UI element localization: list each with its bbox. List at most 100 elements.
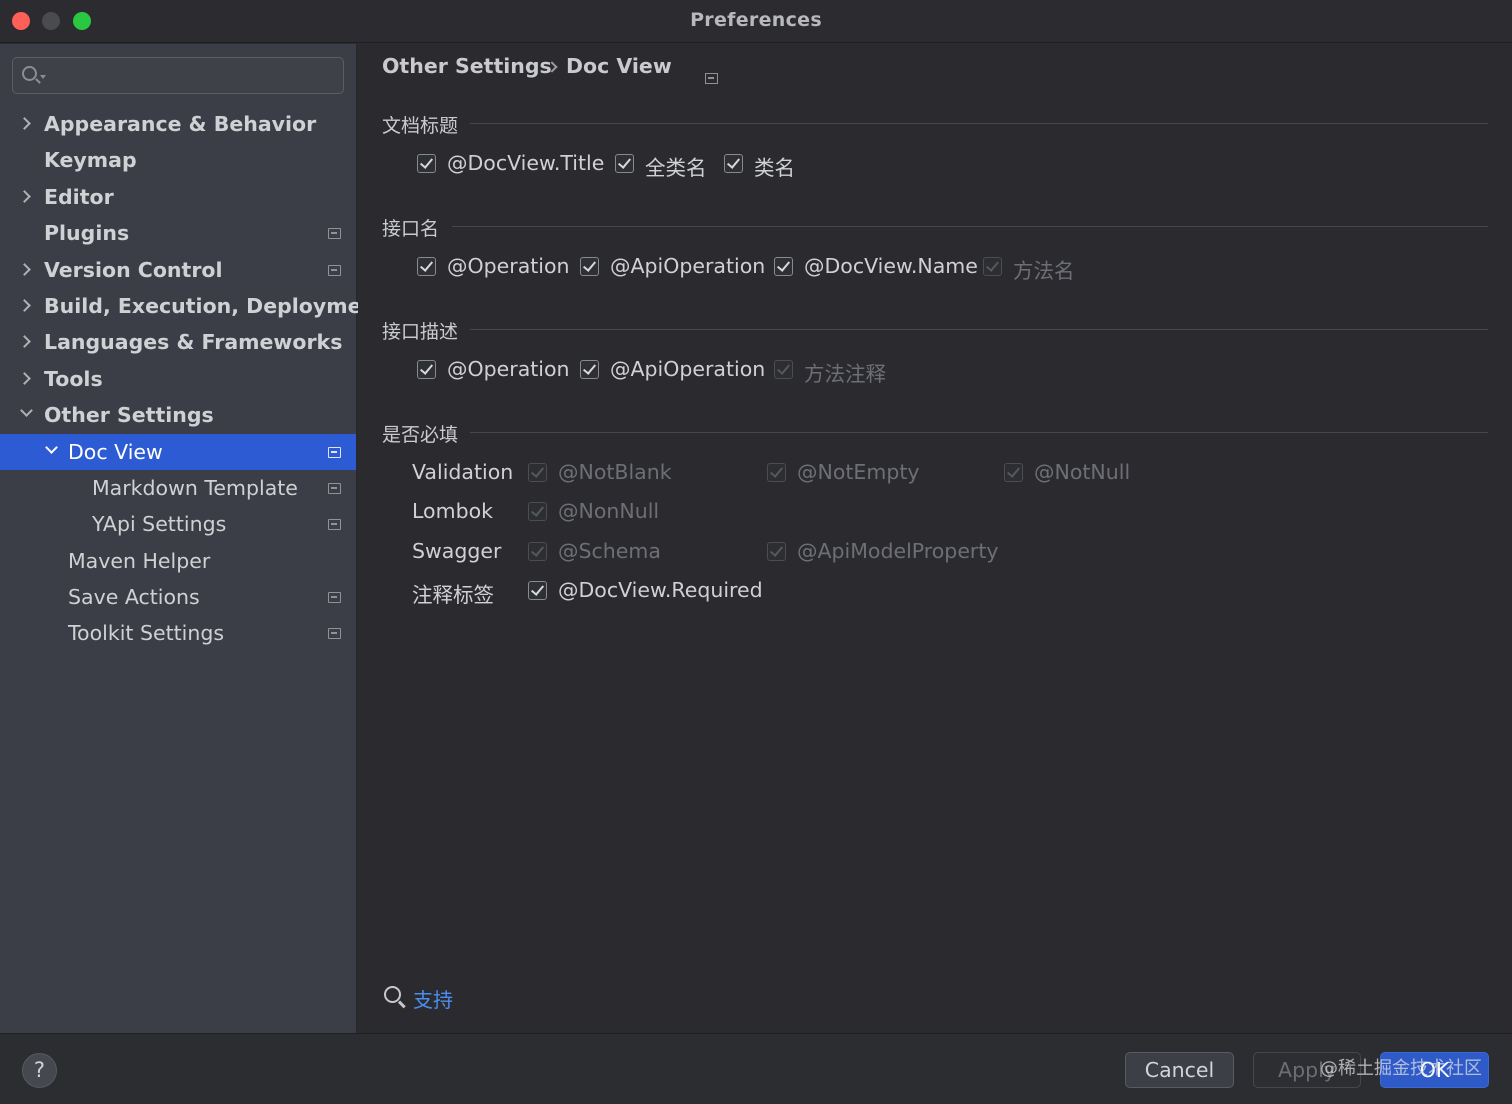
- tree-item-label: Plugins: [44, 221, 130, 246]
- checkbox-label: @DocView.Required: [558, 578, 763, 602]
- chevron-right-icon[interactable]: [18, 299, 31, 312]
- tree-item-label: Editor: [44, 184, 114, 209]
- tree-item-languages-frameworks[interactable]: Languages & Frameworks: [0, 324, 356, 360]
- row-label-validation: Validation: [412, 460, 514, 484]
- checkbox-label: @NotEmpty: [797, 460, 920, 484]
- tree-item-label: Version Control: [44, 257, 223, 282]
- checkbox-label: @ApiOperation: [610, 254, 766, 278]
- chevron-down-icon[interactable]: [20, 404, 33, 417]
- tree-item-tools[interactable]: Tools: [0, 361, 356, 397]
- tree-item-label: Doc View: [68, 439, 163, 464]
- tree-item-label: Save Actions: [68, 585, 200, 610]
- tree-item-markdown-template[interactable]: Markdown Template: [0, 470, 356, 506]
- checkbox-api-desc-method-comment: [774, 360, 793, 379]
- search-icon: [384, 986, 401, 1003]
- checkbox-label: @ApiModelProperty: [797, 539, 999, 563]
- tree-item-plugins[interactable]: Plugins: [0, 215, 356, 251]
- tree-item-label: Markdown Template: [92, 475, 298, 500]
- checkbox-label: @NotBlank: [558, 460, 672, 484]
- tree-item-other-settings[interactable]: Other Settings: [0, 397, 356, 433]
- chevron-down-icon[interactable]: [45, 440, 58, 454]
- project-level-icon: [328, 228, 341, 240]
- settings-tree: Appearance & Behavior Keymap Editor Plug…: [0, 106, 386, 652]
- project-level-icon: [328, 482, 341, 494]
- checkbox-label: 全类名: [645, 156, 707, 180]
- settings-search-input[interactable]: [12, 57, 344, 94]
- project-level-icon: [328, 446, 341, 458]
- checkbox-label: @NotNull: [1034, 460, 1131, 484]
- tree-item-version-control[interactable]: Version Control: [0, 252, 356, 288]
- section-divider: [470, 123, 1488, 124]
- checkbox-validation-notnull: [1004, 463, 1023, 482]
- chevron-right-icon[interactable]: [18, 371, 31, 385]
- tree-item-keymap[interactable]: Keymap: [0, 142, 356, 178]
- title-bar: Preferences: [0, 0, 1512, 43]
- tree-item-label: Other Settings: [44, 403, 214, 428]
- checkbox-doc-title-class-name[interactable]: [724, 154, 743, 173]
- checkbox-label: 方法名: [1013, 259, 1075, 283]
- settings-sidebar: Appearance & Behavior Keymap Editor Plug…: [0, 44, 386, 1033]
- chevron-right-icon[interactable]: [18, 189, 31, 203]
- checkbox-lombok-nonnull: [528, 502, 547, 521]
- checkbox-swagger-schema: [528, 542, 547, 561]
- settings-content: Other Settings Doc View 文档标题 @DocView.Ti…: [358, 44, 1512, 1033]
- checkbox-comment-tag-docview-required[interactable]: [528, 581, 547, 600]
- project-level-icon: [328, 592, 341, 604]
- breadcrumb-current: Doc View: [566, 54, 672, 78]
- section-title-required: 是否必填: [382, 424, 459, 446]
- checkbox-label: @ApiOperation: [610, 357, 766, 381]
- checkbox-api-name-apioperation[interactable]: [580, 257, 599, 276]
- chevron-right-icon[interactable]: [18, 117, 31, 130]
- tree-item-toolkit-settings[interactable]: Toolkit Settings: [0, 615, 356, 651]
- checkbox-label: @Operation: [447, 357, 570, 381]
- checkbox-label: @DocView.Title: [447, 151, 605, 175]
- project-level-icon: [705, 73, 718, 84]
- support-link-label[interactable]: 支持: [413, 984, 453, 1013]
- project-level-icon: [328, 628, 341, 640]
- tree-item-appearance-behavior[interactable]: Appearance & Behavior: [0, 106, 356, 142]
- section-divider: [470, 432, 1488, 433]
- chevron-right-icon[interactable]: [18, 335, 31, 349]
- checkbox-label: 方法注释: [804, 362, 886, 386]
- checkbox-api-desc-apioperation[interactable]: [580, 360, 599, 379]
- tree-item-editor[interactable]: Editor: [0, 179, 356, 215]
- checkbox-label: @Schema: [558, 539, 661, 563]
- tree-item-label: YApi Settings: [92, 512, 227, 537]
- checkbox-validation-notempty: [767, 463, 786, 482]
- tree-item-label: Appearance & Behavior: [44, 112, 317, 136]
- chevron-right-icon[interactable]: [18, 262, 31, 276]
- dialog-footer: ? Cancel Apply OK @稀土掘金技术社区: [0, 1033, 1512, 1104]
- tree-item-maven-helper[interactable]: Maven Helper: [0, 543, 356, 579]
- section-title-api-desc: 接口描述: [382, 321, 459, 343]
- search-icon: [22, 66, 37, 81]
- checkbox-api-name-operation[interactable]: [417, 257, 436, 276]
- row-label-lombok: Lombok: [412, 499, 493, 523]
- help-button[interactable]: ?: [22, 1053, 57, 1088]
- tree-item-build-execution-deployment[interactable]: Build, Execution, Deployment: [0, 288, 386, 324]
- checkbox-doc-title-full-class-name[interactable]: [615, 154, 634, 173]
- checkbox-doc-title-docview-title[interactable]: [417, 154, 436, 173]
- breadcrumb-parent[interactable]: Other Settings: [382, 54, 552, 78]
- tree-item-label: Keymap: [44, 148, 137, 173]
- section-divider: [470, 329, 1488, 330]
- checkbox-api-desc-operation[interactable]: [417, 360, 436, 379]
- project-level-icon: [328, 264, 341, 276]
- search-history-dropdown-icon[interactable]: [40, 75, 46, 79]
- checkbox-label: @NonNull: [558, 499, 660, 523]
- checkbox-swagger-apimodelproperty: [767, 542, 786, 561]
- checkbox-label: 类名: [754, 156, 795, 180]
- row-label-swagger: Swagger: [412, 539, 502, 563]
- row-label-comment-tag: 注释标签: [412, 583, 494, 607]
- checkbox-api-name-docview-name[interactable]: [774, 257, 793, 276]
- cancel-button[interactable]: Cancel: [1125, 1052, 1234, 1088]
- tree-item-label: Maven Helper: [68, 548, 211, 573]
- tree-item-doc-view[interactable]: Doc View: [0, 433, 356, 470]
- tree-item-label: Build, Execution, Deployment: [44, 293, 386, 318]
- tree-item-yapi-settings[interactable]: YApi Settings: [0, 506, 356, 542]
- section-title-api-name: 接口名: [382, 218, 440, 240]
- tree-item-save-actions[interactable]: Save Actions: [0, 579, 356, 615]
- tree-item-label: Toolkit Settings: [68, 621, 225, 646]
- watermark: @稀土掘金技术社区: [1320, 1058, 1482, 1079]
- tree-item-label: Languages & Frameworks: [44, 330, 343, 355]
- checkbox-validation-notblank: [528, 463, 547, 482]
